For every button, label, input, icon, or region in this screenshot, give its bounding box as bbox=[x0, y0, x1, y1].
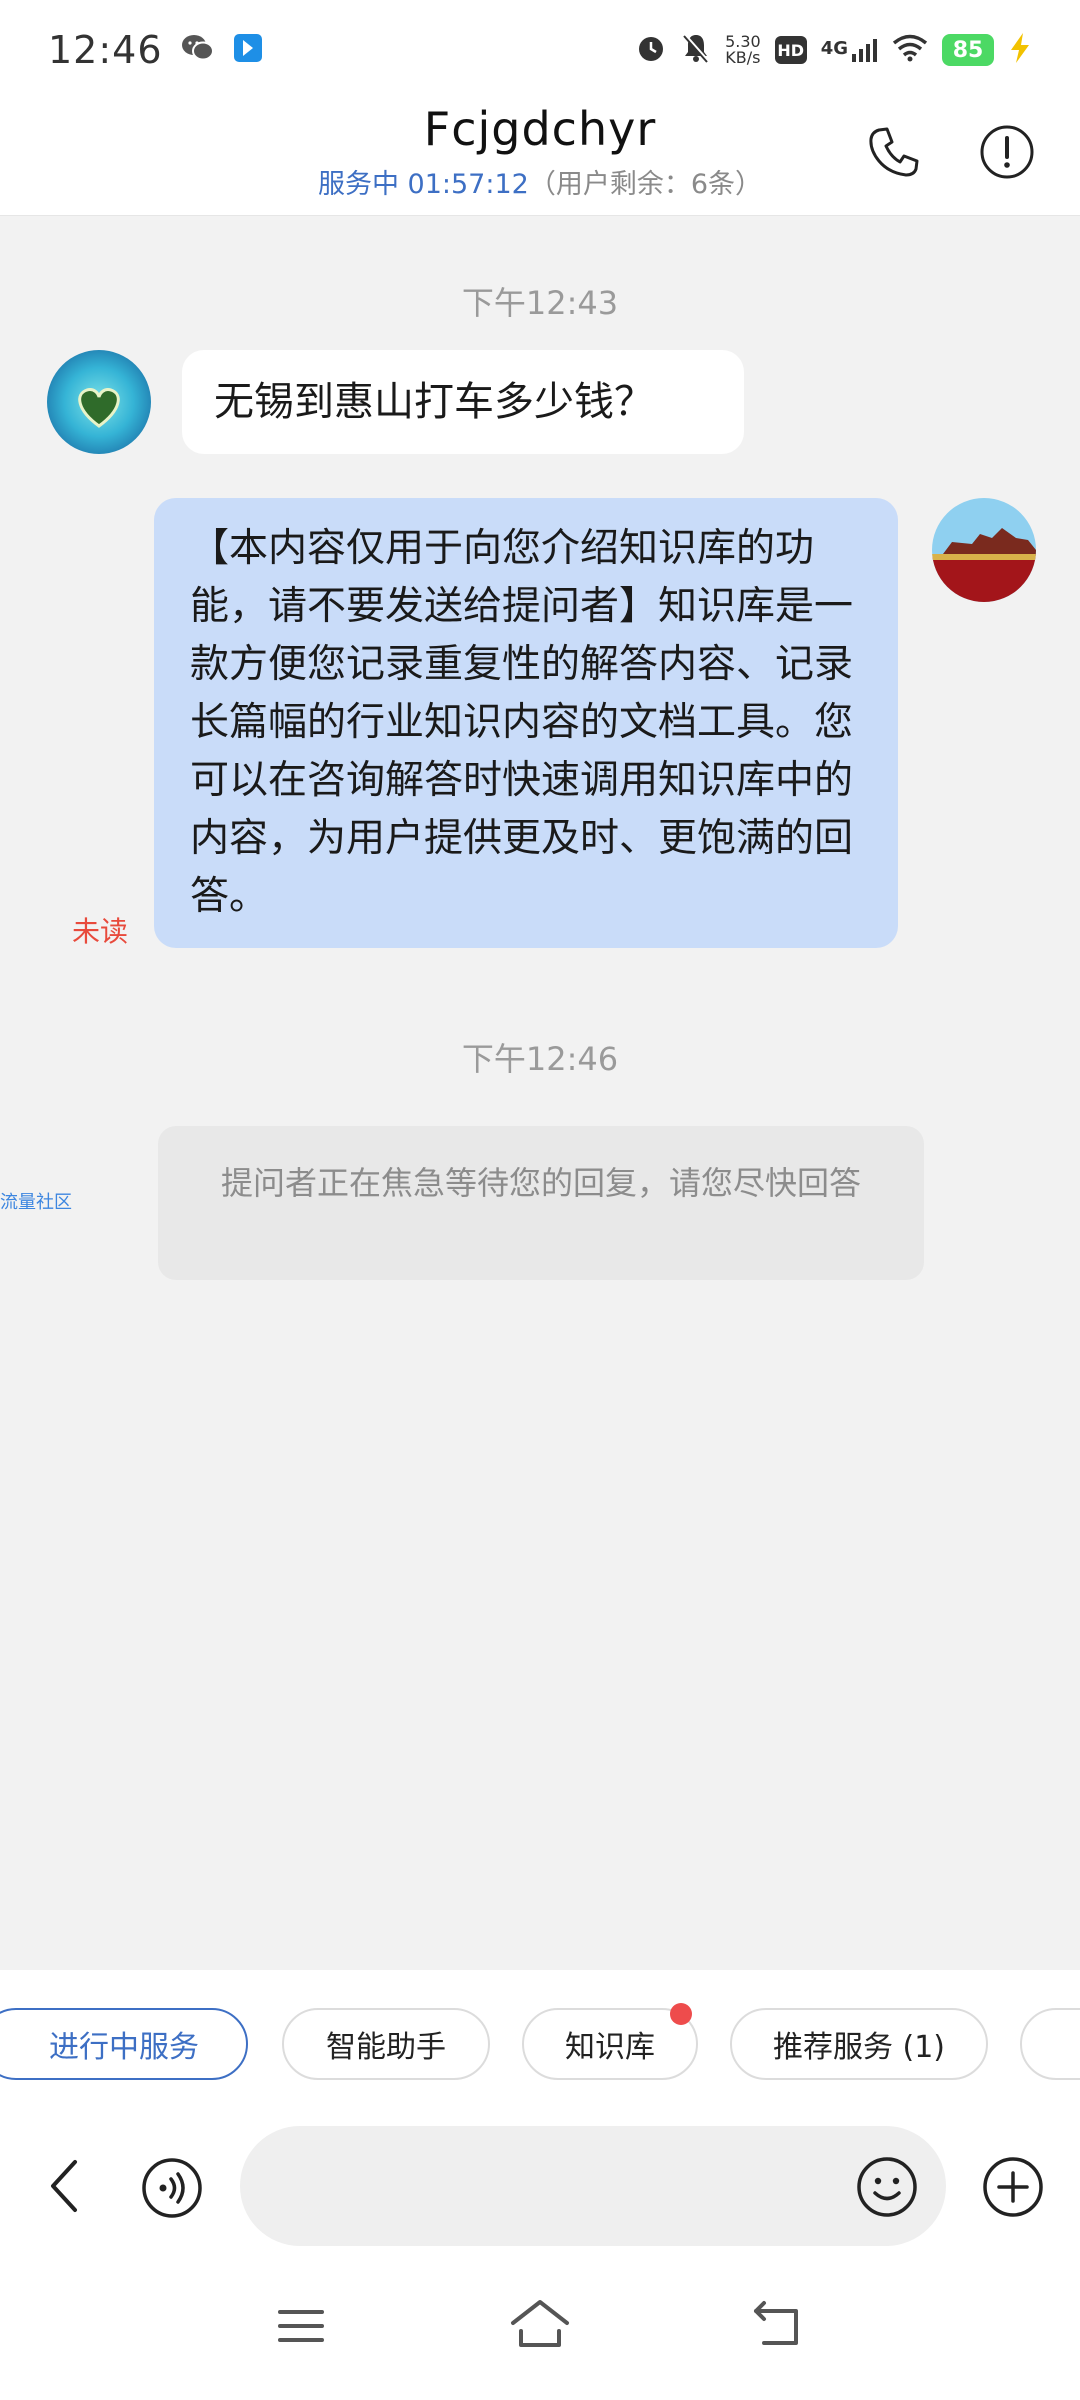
system-nav-bar bbox=[0, 2260, 1080, 2400]
side-float-label[interactable]: 流量社区 bbox=[0, 1188, 72, 1214]
timestamp: 下午12:43 bbox=[461, 284, 619, 322]
user-avatar[interactable] bbox=[47, 350, 151, 454]
signal-icon: 4G bbox=[821, 38, 878, 62]
outgoing-message[interactable]: 【本内容仅用于向您介绍知识库的功能，请不要发送给提问者】知识库是一款方便您记录重… bbox=[154, 498, 898, 948]
battery-level: 85 bbox=[942, 34, 994, 66]
menu-icon bbox=[278, 2310, 324, 2342]
remaining-count: （用户剩余：6条） bbox=[528, 169, 763, 200]
status-bar: 12:46 5.30 KB/s HD 4G 85 bbox=[0, 0, 1080, 100]
add-button[interactable] bbox=[980, 2154, 1046, 2220]
menu-nav-button[interactable] bbox=[266, 2296, 336, 2356]
unread-label: 未读 bbox=[72, 915, 129, 948]
hd-badge: HD bbox=[774, 36, 807, 64]
chip-smart-assistant[interactable]: 智能助手 bbox=[282, 2008, 490, 2080]
charging-icon bbox=[1008, 32, 1032, 68]
wechat-icon bbox=[181, 33, 215, 67]
chip-more[interactable] bbox=[1020, 2008, 1080, 2080]
input-bar bbox=[0, 2090, 1080, 2260]
phone-call-button[interactable] bbox=[862, 120, 926, 184]
chevron-left-icon bbox=[51, 2160, 77, 2212]
back-nav-button[interactable] bbox=[745, 2292, 815, 2356]
notification-dot bbox=[670, 2003, 692, 2025]
chat-header: Fcjgdchyr 服务中 01:57:12（用户剩余：6条） bbox=[0, 100, 1080, 216]
return-icon bbox=[754, 2301, 798, 2345]
mute-icon bbox=[681, 32, 711, 68]
timestamp: 下午12:46 bbox=[461, 1040, 619, 1078]
chip-recommended-service[interactable]: 推荐服务 (1) bbox=[730, 2008, 988, 2080]
emoji-icon bbox=[857, 2157, 917, 2217]
wifi-icon bbox=[892, 34, 928, 66]
service-timer: 服务中 01:57:12 bbox=[317, 169, 529, 200]
phone-icon bbox=[869, 127, 919, 177]
app-notify-icon bbox=[233, 33, 263, 67]
home-nav-button[interactable] bbox=[505, 2292, 575, 2356]
incoming-message[interactable]: 无锡到惠山打车多少钱？ bbox=[182, 350, 744, 454]
voice-button[interactable] bbox=[140, 2156, 204, 2220]
report-button[interactable] bbox=[975, 120, 1039, 184]
chat-screen: 12:46 5.30 KB/s HD 4G 85 Fcjgdchyr 服务中 0… bbox=[0, 0, 1080, 2400]
chip-ongoing-service[interactable]: 进行中服务 bbox=[0, 2008, 248, 2080]
emoji-button[interactable] bbox=[854, 2154, 920, 2220]
home-icon bbox=[511, 2300, 569, 2347]
plus-circle-icon bbox=[983, 2157, 1043, 2217]
agent-avatar[interactable] bbox=[932, 498, 1036, 602]
alarm-icon bbox=[635, 32, 667, 68]
back-button[interactable] bbox=[30, 2146, 100, 2226]
quick-action-bar: 进行中服务 智能助手 知识库 推荐服务 (1) bbox=[0, 1970, 1080, 2090]
voice-icon bbox=[142, 2158, 202, 2218]
system-notice: 提问者正在焦急等待您的回复，请您尽快回答 bbox=[158, 1126, 924, 1280]
exclamation-circle-icon bbox=[980, 125, 1034, 179]
status-time: 12:46 bbox=[48, 28, 163, 72]
network-speed: 5.30 KB/s bbox=[725, 32, 761, 67]
message-input[interactable] bbox=[240, 2126, 946, 2246]
